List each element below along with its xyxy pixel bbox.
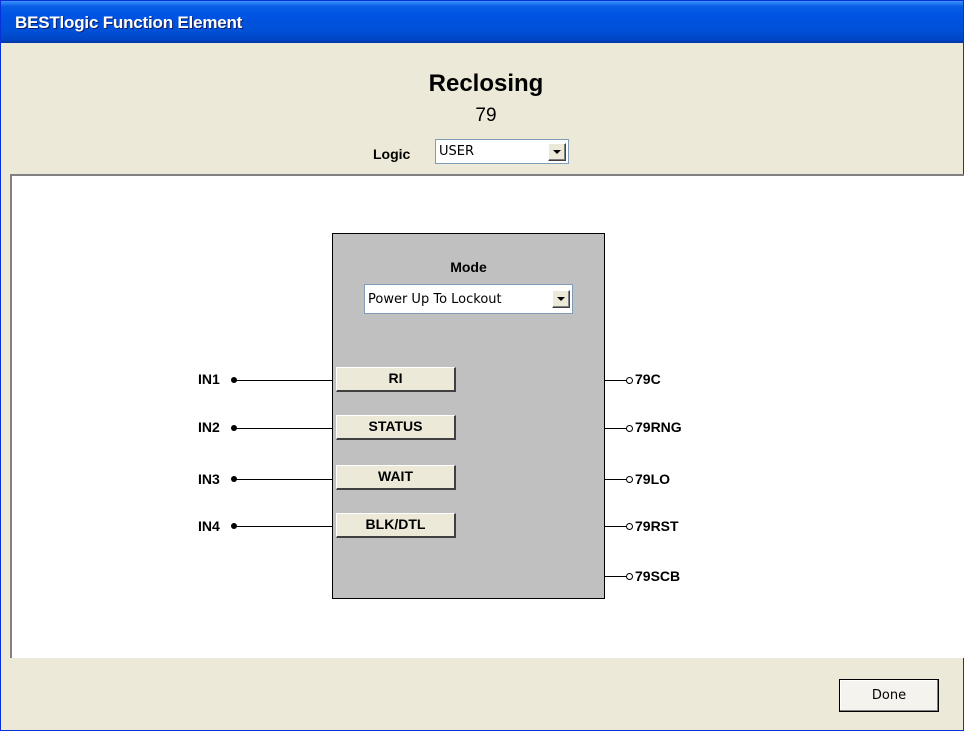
- output-pin-label-79c: 79C: [635, 371, 661, 387]
- output-wire: [605, 380, 627, 381]
- done-button[interactable]: Done: [839, 679, 939, 712]
- input-pin-label-in1: IN1: [198, 371, 220, 387]
- output-wire: [605, 526, 627, 527]
- mode-dropdown-button[interactable]: [552, 290, 570, 308]
- mode-label: Mode: [450, 259, 487, 275]
- input-button-wait[interactable]: WAIT: [336, 465, 456, 490]
- logic-diagram-canvas: IN1 IN2 IN3 IN4 Mode Power Up To Lockout…: [10, 174, 964, 658]
- input-pin-label-in3: IN3: [198, 471, 220, 487]
- input-wire: [234, 479, 335, 480]
- logic-dropdown-button[interactable]: [548, 142, 566, 161]
- output-pin-dot: [626, 425, 633, 432]
- input-wire: [234, 428, 335, 429]
- dialog-footer: Done: [1, 658, 963, 730]
- element-name: Reclosing: [428, 70, 544, 97]
- element-header: Reclosing 79 Logic USER: [1, 43, 963, 174]
- input-button-status[interactable]: STATUS: [336, 415, 456, 440]
- logic-label: Logic: [373, 146, 411, 162]
- output-wire: [605, 479, 627, 480]
- dialog-window: BESTlogic Function Element Reclosing 79 …: [0, 0, 964, 731]
- logic-select[interactable]: USER: [435, 139, 569, 164]
- logic-select-value: USER: [439, 144, 475, 159]
- chevron-down-icon: [557, 297, 565, 301]
- input-wire: [234, 526, 335, 527]
- mode-select-value: Power Up To Lockout: [368, 291, 502, 307]
- output-pin-label-79lo: 79LO: [635, 471, 671, 487]
- output-pin-dot: [626, 476, 633, 483]
- output-pin-dot: [626, 523, 633, 530]
- title-bar[interactable]: BESTlogic Function Element: [1, 1, 963, 43]
- output-pin-label-79scb: 79SCB: [635, 568, 681, 584]
- output-wire: [605, 576, 627, 577]
- input-pin-label-in2: IN2: [198, 419, 220, 435]
- output-pin-label-79rst: 79RST: [635, 518, 679, 534]
- input-pin-label-in4: IN4: [198, 518, 220, 534]
- function-block: Mode Power Up To Lockout RI STATUS WAIT …: [332, 233, 605, 599]
- input-wire: [234, 380, 335, 381]
- element-number: 79: [475, 105, 497, 126]
- chevron-down-icon: [553, 149, 561, 154]
- output-pin-label-79rng: 79RNG: [635, 419, 682, 435]
- mode-select[interactable]: Power Up To Lockout: [364, 284, 573, 314]
- input-button-blk-dtl[interactable]: BLK/DTL: [336, 513, 456, 538]
- output-pin-dot: [626, 573, 633, 580]
- output-wire: [605, 428, 627, 429]
- window-title: BESTlogic Function Element: [15, 13, 243, 32]
- input-button-ri[interactable]: RI: [336, 367, 456, 392]
- output-pin-dot: [626, 377, 633, 384]
